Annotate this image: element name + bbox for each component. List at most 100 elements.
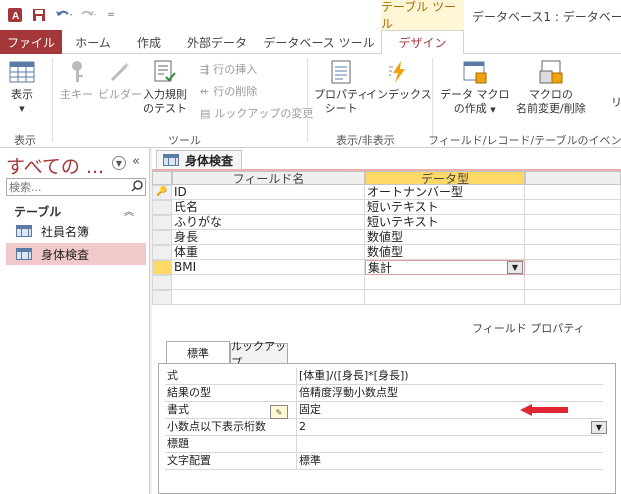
delete-rows-button[interactable]: ⇷ 行の削除 [200, 83, 257, 99]
create-data-macros-button[interactable]: データ マクロ の作成 ▼ [440, 58, 510, 117]
field-name-cell[interactable]: 氏名 [172, 200, 365, 215]
indexes-button[interactable]: インデックス [366, 58, 432, 102]
collapse-pane-icon[interactable]: « [132, 154, 140, 169]
table-row[interactable]: 🔑 ID オートナンバー型 [152, 185, 621, 200]
description-cell[interactable] [525, 275, 621, 290]
contextual-tab-header: テーブル ツール [381, 0, 464, 31]
table-row-selected[interactable]: BMI 集計 ▼ [152, 260, 621, 275]
navigation-pane: すべての ... ▼ « テーブル ︽ 社員名簿 身体検査 [0, 148, 150, 494]
property-value[interactable]: 標準 [299, 453, 321, 469]
nav-item-label: 身体検査 [41, 247, 90, 262]
rename-delete-macro-button[interactable]: マクロの 名前変更/削除 [516, 58, 586, 116]
svg-text:A: A [12, 11, 19, 22]
chevron-down-icon[interactable]: ▼ [507, 261, 523, 274]
property-value[interactable]: 2 [299, 419, 306, 435]
data-type-cell[interactable] [365, 275, 525, 290]
property-value[interactable]: 倍精度浮動小数点型 [299, 385, 398, 401]
table-row[interactable]: 身長 数値型 [152, 230, 621, 245]
nav-item-table-employees[interactable]: 社員名簿 [6, 220, 146, 242]
tab-home[interactable]: ホーム [64, 30, 122, 54]
row-selector[interactable]: 🔑 [152, 185, 172, 200]
field-name-cell[interactable]: BMI [172, 260, 365, 275]
tab-create[interactable]: 作成 [124, 30, 174, 54]
field-name-cell[interactable]: 体重 [172, 245, 365, 260]
tab-database-tools[interactable]: データベース ツール [258, 30, 380, 54]
data-type-cell[interactable]: オートナンバー型 [365, 185, 525, 200]
field-name-cell[interactable]: ふりがな [172, 215, 365, 230]
tab-general[interactable]: 標準 [166, 341, 230, 363]
design-grid: フィールド名 データ型 🔑 ID オートナンバー型 氏名 短いテキスト ふりがな… [152, 171, 621, 321]
row-selector[interactable] [152, 215, 172, 230]
table-row[interactable]: ふりがな 短いテキスト [152, 215, 621, 230]
data-type-cell[interactable]: 数値型 [365, 230, 525, 245]
modify-lookups-icon: ▤ [200, 106, 211, 120]
document-tab[interactable]: 身体検査 [156, 150, 242, 169]
field-name-cell[interactable] [172, 275, 365, 290]
description-cell[interactable] [525, 200, 621, 215]
property-value[interactable]: 固定 [299, 402, 321, 418]
test-validation-rules-button[interactable]: 入力規則 のテスト [143, 58, 187, 116]
redo-icon[interactable] [78, 6, 96, 24]
field-name-cell[interactable] [172, 290, 365, 305]
description-cell[interactable] [525, 260, 621, 275]
document-tab-label: 身体検査 [185, 153, 234, 168]
tab-external-data[interactable]: 外部データ [178, 30, 256, 54]
nav-pane-title[interactable]: すべての ... [6, 152, 104, 179]
insert-rows-button[interactable]: ⇶ 行の挿入 [200, 61, 257, 77]
data-type-cell[interactable]: 集計 ▼ [365, 260, 525, 275]
search-icon[interactable] [131, 180, 143, 195]
row-selector[interactable] [152, 290, 172, 305]
row-selector[interactable] [152, 230, 172, 245]
property-row-text-align[interactable]: 文字配置 標準 [165, 453, 603, 470]
table-row-empty[interactable] [152, 290, 621, 305]
table-row-empty[interactable] [152, 275, 621, 290]
description-cell[interactable] [525, 290, 621, 305]
description-cell[interactable] [525, 185, 621, 200]
property-sheet-button[interactable]: プロパティ シート [314, 58, 368, 116]
property-row-result-type[interactable]: 結果の型 倍精度浮動小数点型 [165, 385, 603, 402]
view-button[interactable]: 表示 ▼ [8, 58, 36, 116]
description-cell[interactable] [525, 215, 621, 230]
tab-lookup[interactable]: ルックアップ [230, 340, 288, 369]
property-row-expression[interactable]: 式 [体重]/([身長]*[身長]) [165, 368, 603, 385]
property-row-caption[interactable]: 標題 [165, 436, 603, 453]
primary-key-button[interactable]: 主キー [60, 58, 93, 102]
data-type-cell[interactable] [365, 290, 525, 305]
tab-design[interactable]: デザイン [381, 30, 464, 55]
undo-icon[interactable] [54, 6, 72, 24]
tab-file[interactable]: ファイル [0, 30, 62, 54]
column-header-data-type: データ型 [365, 171, 525, 186]
nav-search-input[interactable] [7, 179, 125, 195]
description-cell[interactable] [525, 230, 621, 245]
nav-item-table-physical-exam[interactable]: 身体検査 [6, 243, 146, 265]
data-type-cell[interactable]: 数値型 [365, 245, 525, 260]
row-selector[interactable] [152, 200, 172, 215]
data-type-cell[interactable]: 短いテキスト [365, 200, 525, 215]
chevron-down-icon[interactable]: ▼ [112, 156, 126, 170]
builder-button[interactable]: ✦ ビルダー [98, 58, 142, 102]
modify-lookups-button[interactable]: ▤ ルックアップの変更 [200, 105, 313, 121]
property-label: 小数点以下表示桁数 [165, 419, 297, 436]
group-separator [307, 58, 308, 142]
save-icon[interactable] [30, 6, 48, 24]
indexes-label: インデックス [366, 88, 432, 101]
chevron-down-icon[interactable]: ▼ [591, 421, 607, 434]
access-logo-icon: A [6, 6, 24, 24]
field-name-cell[interactable]: ID [172, 185, 365, 200]
field-name-cell[interactable]: 身長 [172, 230, 365, 245]
property-update-options-icon[interactable]: ✎ [270, 405, 288, 419]
property-value[interactable]: [体重]/([身長]*[身長]) [299, 368, 409, 384]
chevron-up-icon[interactable]: ︽ [124, 203, 134, 218]
row-selector[interactable] [152, 275, 172, 290]
table-row[interactable]: 体重 数値型 [152, 245, 621, 260]
nav-section-tables[interactable]: テーブル [14, 203, 61, 220]
data-type-cell[interactable]: 短いテキスト [365, 215, 525, 230]
row-selector[interactable] [152, 245, 172, 260]
table-row[interactable]: 氏名 短いテキスト [152, 200, 621, 215]
property-row-decimal-places[interactable]: 小数点以下表示桁数 2 ▼ [165, 419, 607, 436]
partial-button-label[interactable]: リ [611, 96, 621, 110]
row-selector[interactable] [152, 260, 172, 275]
window-title: データベース1 : データベース- C [472, 10, 621, 24]
description-cell[interactable] [525, 245, 621, 260]
customize-qat-icon[interactable]: = [102, 6, 120, 24]
